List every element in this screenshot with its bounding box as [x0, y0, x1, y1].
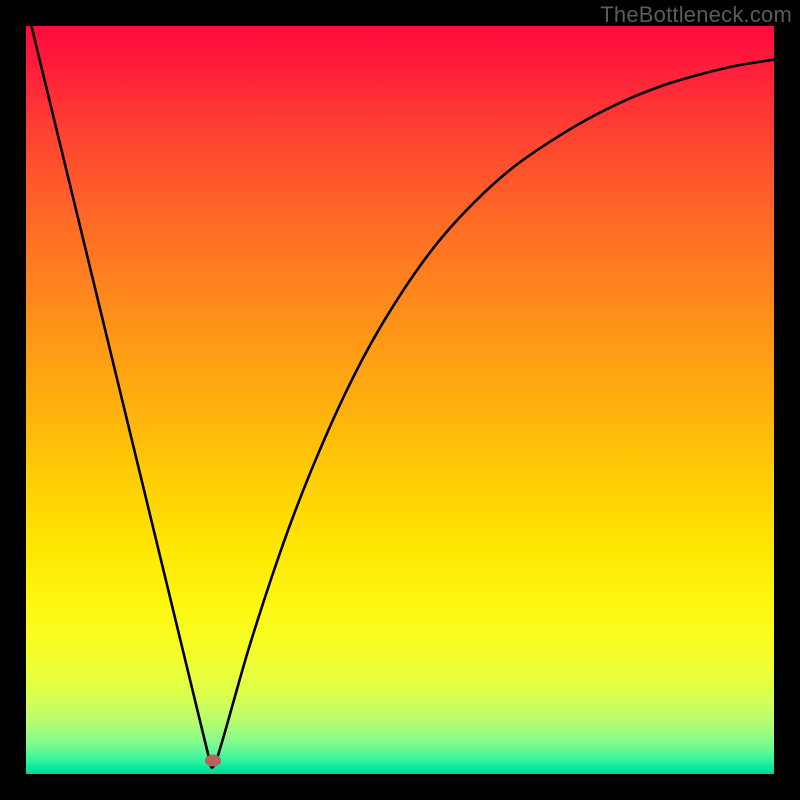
- plot-area: [26, 26, 774, 774]
- bottleneck-curve: [26, 26, 774, 768]
- curve-layer: [26, 26, 774, 774]
- chart-frame: TheBottleneck.com: [0, 0, 800, 800]
- watermark-text: TheBottleneck.com: [600, 2, 792, 28]
- minimum-marker: [205, 755, 221, 767]
